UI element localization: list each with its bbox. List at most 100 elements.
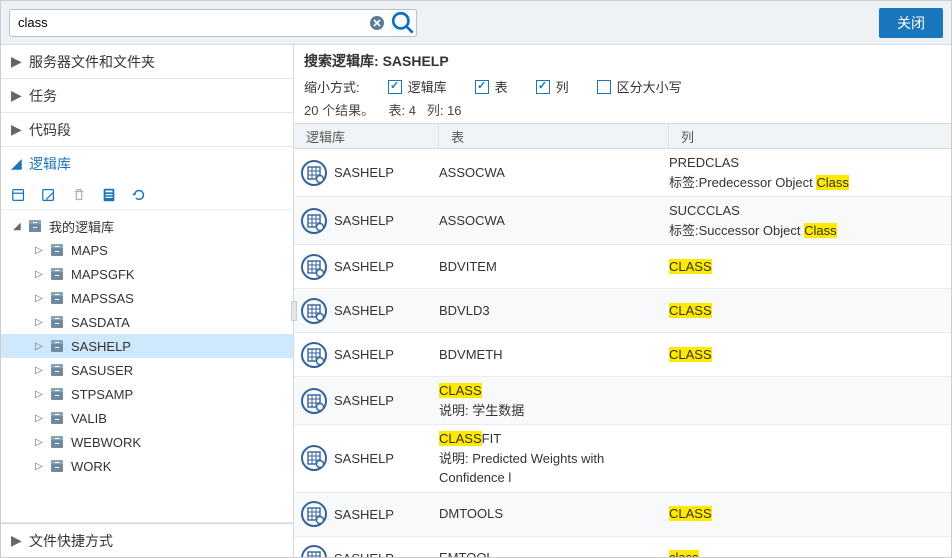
filter-column-checkbox[interactable]: ✓列 [536,77,569,96]
cell-lib: SASHELP [334,393,439,408]
cell-lib: SASHELP [334,303,439,318]
checkbox-checked-icon: ✓ [536,80,550,94]
refresh-icon[interactable] [131,187,147,203]
cell-column: CLASS [669,345,951,365]
accordion-label: 任务 [29,86,57,106]
cabinet-icon [49,434,65,450]
cell-column: class [669,548,951,557]
cell-table: CLASS说明: 学生数据 [439,381,669,420]
filter-lib-checkbox[interactable]: ✓逻辑库 [388,77,447,96]
tree-item-stpsamp[interactable]: ▷STPSAMP [1,382,293,406]
cabinet-icon [49,266,65,282]
checkbox-unchecked-icon [597,80,611,94]
caret-right-icon: ▶ [11,87,23,104]
cell-table: BDVLD3 [439,301,669,321]
caret-right-icon: ▶ [11,53,23,70]
table-icon [294,253,334,281]
cell-table: DMTOOLS [439,504,669,524]
tree-item-webwork[interactable]: ▷WEBWORK [1,430,293,454]
table-icon [294,159,334,187]
accordion-server-files[interactable]: ▶ 服务器文件和文件夹 [1,45,293,78]
tree-item-sashelp[interactable]: ▷SASHELP [1,334,293,358]
accordion-tasks[interactable]: ▶ 任务 [1,79,293,112]
cabinet-icon [49,242,65,258]
caret-right-icon: ▷ [35,269,45,280]
edit-library-icon[interactable] [41,187,57,203]
result-row[interactable]: SASHELPCLASS说明: 学生数据 [294,377,951,425]
accordion-libraries[interactable]: ◢逻辑库 [1,147,293,180]
splitter-handle[interactable] [291,301,297,321]
tree-item-sasdata[interactable]: ▷SASDATA [1,310,293,334]
cell-column: CLASS [669,257,951,277]
caret-right-icon: ▷ [35,317,45,328]
search-scope-title: 搜索逻辑库: SASHELP [304,51,941,71]
result-row[interactable]: SASHELPEMTOOLclass [294,537,951,558]
delete-icon[interactable] [71,187,87,203]
cell-lib: SASHELP [334,347,439,362]
table-icon [294,341,334,369]
cell-lib: SASHELP [334,259,439,274]
table-icon [294,444,334,472]
accordion-label: 文件快捷方式 [29,531,113,551]
table-icon [294,297,334,325]
filter-table-checkbox[interactable]: ✓表 [475,77,508,96]
cell-column: CLASS [669,301,951,321]
tree-item-work[interactable]: ▷WORK [1,454,293,478]
result-row[interactable]: SASHELPASSOCWAPREDCLAS标签:Predecessor Obj… [294,149,951,197]
tree-item-sasuser[interactable]: ▷SASUSER [1,358,293,382]
cell-lib: SASHELP [334,551,439,558]
accordion-label: 服务器文件和文件夹 [29,52,155,72]
caret-right-icon: ▷ [35,341,45,352]
caret-down-icon: ◢ [13,221,23,232]
caret-right-icon: ▶ [11,532,23,549]
cell-table: BDVMETH [439,345,669,365]
search-icon[interactable] [389,9,417,37]
col-header-column[interactable]: 列 [669,124,951,148]
accordion-snippets[interactable]: ▶ 代码段 [1,113,293,146]
tree-root-my-libs[interactable]: ◢我的逻辑库 [1,214,293,238]
tree-item-mapssas[interactable]: ▷MAPSSAS [1,286,293,310]
cabinet-icon [49,410,65,426]
result-row[interactable]: SASHELPBDVLD3CLASS [294,289,951,333]
tree-item-valib[interactable]: ▷VALIB [1,406,293,430]
cabinet-icon [49,314,65,330]
properties-icon[interactable] [101,187,117,203]
search-input[interactable] [9,9,417,37]
cell-column: PREDCLAS标签:Predecessor Object Class [669,153,951,192]
result-row[interactable]: SASHELPBDVITEMCLASS [294,245,951,289]
cabinet-icon [27,218,43,234]
result-row[interactable]: SASHELPDMTOOLSCLASS [294,493,951,537]
cell-table: CLASSFIT说明: Predicted Weights with Confi… [439,429,669,488]
new-library-icon[interactable] [11,187,27,203]
caret-right-icon: ▶ [11,121,23,138]
filters-label: 缩小方式: [304,77,360,96]
tree-item-mapsgfk[interactable]: ▷MAPSGFK [1,262,293,286]
table-icon [294,207,334,235]
table-icon [294,544,334,557]
cell-table: EMTOOL [439,548,669,557]
checkbox-checked-icon: ✓ [475,80,489,94]
result-row[interactable]: SASHELPCLASSFIT说明: Predicted Weights wit… [294,425,951,493]
cell-lib: SASHELP [334,507,439,522]
accordion-label: 逻辑库 [29,154,71,174]
tree-item-maps[interactable]: ▷MAPS [1,238,293,262]
clear-icon[interactable] [369,15,385,31]
cabinet-icon [49,386,65,402]
cell-lib: SASHELP [334,451,439,466]
caret-right-icon: ▷ [35,389,45,400]
result-counts: 20 个结果。 表: 4 列: 16 [304,100,941,119]
accordion-label: 代码段 [29,120,71,140]
checkbox-checked-icon: ✓ [388,80,402,94]
cell-table: ASSOCWA [439,211,669,231]
result-row[interactable]: SASHELPASSOCWASUCCCLAS标签:Successor Objec… [294,197,951,245]
caret-right-icon: ▷ [35,461,45,472]
caret-right-icon: ▷ [35,437,45,448]
col-header-table[interactable]: 表 [439,124,669,148]
result-row[interactable]: SASHELPBDVMETHCLASS [294,333,951,377]
close-button[interactable]: 关闭 [879,8,943,38]
accordion-shortcuts[interactable]: ▶ 文件快捷方式 [1,524,293,557]
filter-case-checkbox[interactable]: 区分大小写 [597,77,682,96]
col-header-lib[interactable]: 逻辑库 [294,124,439,148]
cell-table: ASSOCWA [439,163,669,183]
cell-column: SUCCCLAS标签:Successor Object Class [669,201,951,240]
